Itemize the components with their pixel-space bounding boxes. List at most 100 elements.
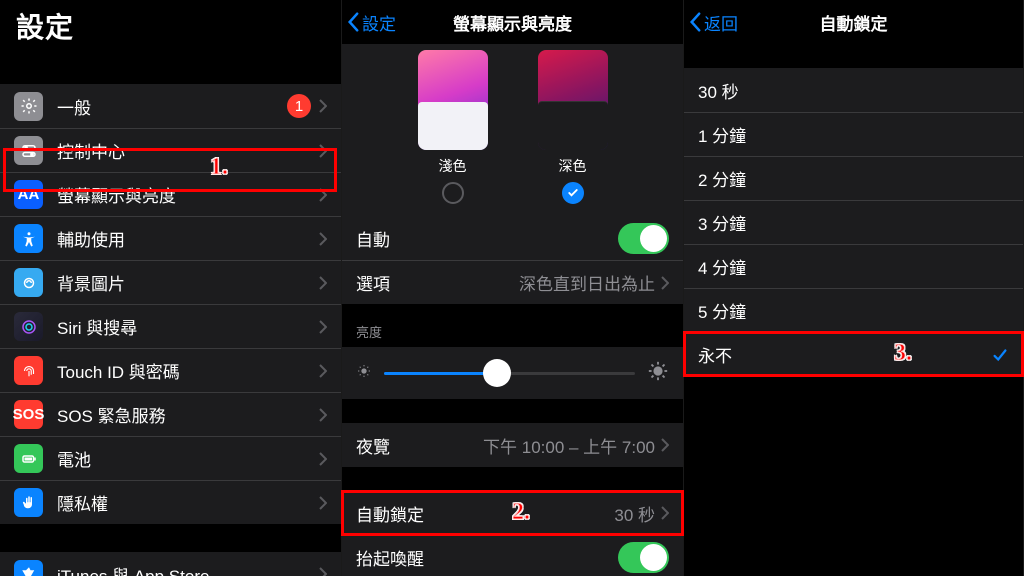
brightness-slider-row (342, 347, 683, 399)
chevron-right-icon (319, 276, 327, 290)
row-label: 控制中心 (57, 138, 319, 163)
theme-preview-light (418, 50, 488, 150)
option-label: 4 分鐘 (698, 254, 1009, 279)
appearance-picker: 淺色 深色 (342, 44, 683, 216)
back-label: 設定 (362, 10, 396, 35)
theme-label: 深色 (559, 156, 587, 176)
theme-label: 淺色 (439, 156, 467, 176)
settings-group-1: 一般 1 控制中心 AA 螢幕顯示與亮度 輔助使用 (0, 84, 341, 524)
row-label: 隱私權 (57, 490, 319, 515)
settings-root-panel: 設定 一般 1 控制中心 AA 螢幕顯示與亮度 (0, 0, 342, 576)
option-2min[interactable]: 2 分鐘 (684, 156, 1023, 200)
accessibility-icon (14, 224, 43, 253)
chevron-right-icon (319, 364, 327, 378)
chevron-right-icon (319, 188, 327, 202)
header-bar: 返回 自動鎖定 (684, 0, 1023, 44)
back-button[interactable]: 設定 (346, 0, 396, 44)
header-title: 螢幕顯示與亮度 (453, 10, 572, 35)
row-display-brightness[interactable]: AA 螢幕顯示與亮度 (0, 172, 341, 216)
option-4min[interactable]: 4 分鐘 (684, 244, 1023, 288)
row-privacy[interactable]: 隱私權 (0, 480, 341, 524)
toggle-on-icon[interactable] (618, 223, 669, 254)
option-1min[interactable]: 1 分鐘 (684, 112, 1023, 156)
row-label: Touch ID 與密碼 (57, 358, 319, 383)
row-label: 螢幕顯示與亮度 (57, 182, 319, 207)
option-label: 2 分鐘 (698, 166, 1009, 191)
row-label: 夜覽 (356, 433, 483, 458)
row-label: 一般 (57, 94, 287, 119)
chevron-right-icon (319, 144, 327, 158)
theme-preview-dark (538, 50, 608, 150)
option-label: 1 分鐘 (698, 122, 1009, 147)
switches-icon (14, 136, 43, 165)
chevron-right-icon (661, 276, 669, 290)
night-shift-group: 夜覽 下午 10:00 – 上午 7:00 (342, 423, 683, 467)
chevron-right-icon (319, 99, 327, 113)
option-label: 30 秒 (698, 78, 1009, 103)
row-control-center[interactable]: 控制中心 (0, 128, 341, 172)
row-label: 輔助使用 (57, 226, 319, 251)
row-label: 背景圖片 (57, 270, 319, 295)
row-wallpaper[interactable]: 背景圖片 (0, 260, 341, 304)
appearance-option-light[interactable]: 淺色 (418, 50, 488, 204)
row-general[interactable]: 一般 1 (0, 84, 341, 128)
auto-lock-group: 自動鎖定 30 秒 抬起喚醒 (342, 491, 683, 576)
wallpaper-icon (14, 268, 43, 297)
appearance-option-dark[interactable]: 深色 (538, 50, 608, 204)
hand-icon (14, 488, 43, 517)
row-value: 30 秒 (614, 501, 655, 526)
row-sos[interactable]: SOS SOS 緊急服務 (0, 392, 341, 436)
row-label: 電池 (57, 446, 319, 471)
row-auto-lock[interactable]: 自動鎖定 30 秒 (342, 491, 683, 535)
row-night-shift[interactable]: 夜覽 下午 10:00 – 上午 7:00 (342, 423, 683, 467)
toggle-on-icon[interactable] (618, 542, 669, 573)
row-automatic[interactable]: 自動 (342, 216, 683, 260)
sun-large-icon (647, 360, 669, 387)
chevron-right-icon (661, 506, 669, 520)
display-brightness-panel: 設定 螢幕顯示與亮度 淺色 深色 自動 (342, 0, 684, 576)
row-value: 深色直到日出為止 (519, 270, 655, 295)
row-touchid[interactable]: Touch ID 與密碼 (0, 348, 341, 392)
row-label: 自動鎖定 (356, 501, 614, 526)
header-bar: 設定 螢幕顯示與亮度 (342, 0, 683, 44)
chevron-right-icon (661, 438, 669, 452)
gear-icon (14, 92, 43, 121)
fingerprint-icon (14, 356, 43, 385)
option-label: 5 分鐘 (698, 298, 1009, 323)
page-title: 設定 (0, 0, 341, 64)
radio-checked-icon (562, 182, 584, 204)
option-never[interactable]: 永不 (684, 332, 1023, 376)
notification-badge: 1 (287, 94, 311, 118)
back-label: 返回 (704, 10, 738, 35)
row-accessibility[interactable]: 輔助使用 (0, 216, 341, 260)
brightness-slider[interactable] (384, 359, 635, 387)
sun-small-icon (356, 363, 372, 384)
row-raise-to-wake[interactable]: 抬起喚醒 (342, 535, 683, 576)
battery-icon (14, 444, 43, 473)
chevron-right-icon (319, 567, 327, 576)
header-title: 自動鎖定 (820, 10, 888, 35)
text-size-icon: AA (14, 180, 43, 209)
auto-appearance-group: 自動 選項 深色直到日出為止 (342, 216, 683, 304)
settings-group-2: iTunes 與 App Store 錢包與 Apple Pay (0, 552, 341, 576)
option-30s[interactable]: 30 秒 (684, 68, 1023, 112)
row-options[interactable]: 選項 深色直到日出為止 (342, 260, 683, 304)
row-itunes[interactable]: iTunes 與 App Store (0, 552, 341, 576)
chevron-right-icon (319, 496, 327, 510)
sos-icon: SOS (14, 400, 43, 429)
row-label: 抬起喚醒 (356, 545, 618, 570)
back-button[interactable]: 返回 (688, 0, 738, 44)
chevron-right-icon (319, 232, 327, 246)
row-battery[interactable]: 電池 (0, 436, 341, 480)
row-value: 下午 10:00 – 上午 7:00 (483, 433, 655, 458)
option-label: 3 分鐘 (698, 210, 1009, 235)
chevron-right-icon (319, 408, 327, 422)
option-3min[interactable]: 3 分鐘 (684, 200, 1023, 244)
auto-lock-options: 30 秒 1 分鐘 2 分鐘 3 分鐘 4 分鐘 5 分鐘 永不 (684, 68, 1023, 376)
option-label: 永不 (698, 342, 991, 367)
row-label: 自動 (356, 226, 618, 251)
row-siri[interactable]: Siri 與搜尋 (0, 304, 341, 348)
option-5min[interactable]: 5 分鐘 (684, 288, 1023, 332)
chevron-right-icon (319, 452, 327, 466)
section-header-brightness: 亮度 (342, 304, 683, 347)
